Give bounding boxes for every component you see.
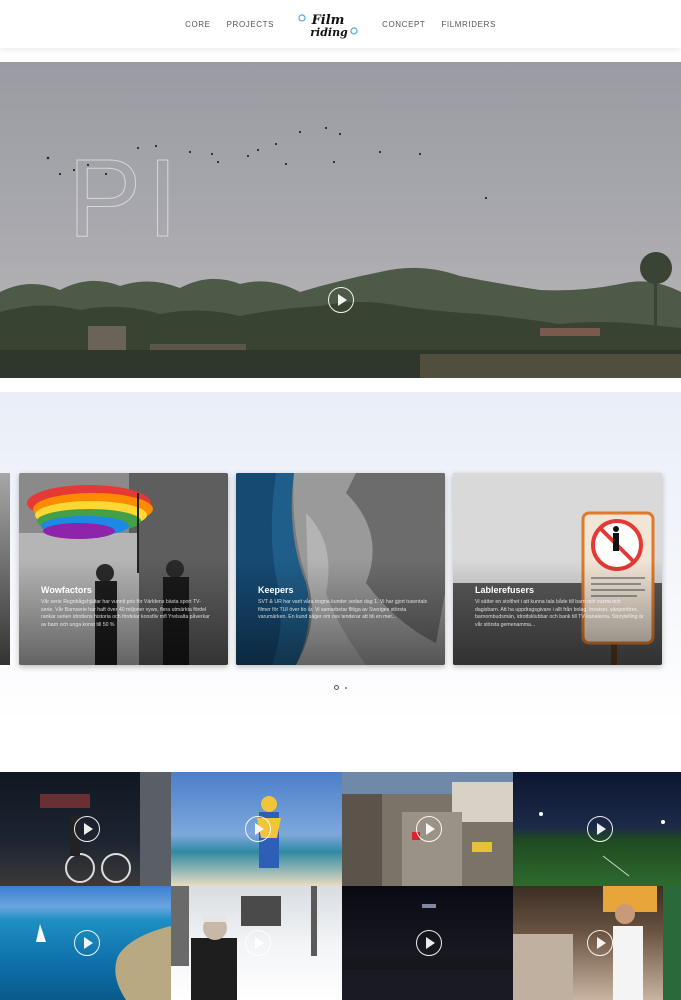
carousel-pagination bbox=[331, 685, 350, 690]
carousel-card-wowfactors[interactable]: Wowfactors Vår serie Regnbågshjältar har… bbox=[19, 473, 228, 665]
grid-tile-night-cyclist[interactable] bbox=[0, 772, 171, 886]
nav-filmriders[interactable]: FILMRIDERS bbox=[441, 20, 495, 29]
play-icon[interactable] bbox=[587, 816, 613, 842]
card-title: Wowfactors bbox=[41, 585, 92, 595]
grid-tile-restaurant[interactable] bbox=[513, 886, 681, 1000]
nav-concept[interactable]: CONCEPT bbox=[382, 20, 425, 29]
svg-text:riding: riding bbox=[310, 26, 348, 39]
play-icon[interactable] bbox=[416, 930, 442, 956]
carousel-dot[interactable] bbox=[345, 686, 347, 689]
play-icon[interactable] bbox=[74, 816, 100, 842]
card-title: Lablerefusers bbox=[475, 585, 535, 595]
grid-tile-night-field[interactable] bbox=[513, 772, 681, 886]
card-description: SVT & UR har varit våra trogna kunder se… bbox=[258, 599, 428, 621]
grid-tile-snow-forest[interactable] bbox=[171, 886, 342, 1000]
nav-projects[interactable]: PROJECTS bbox=[227, 20, 274, 29]
nav-core[interactable]: CORE bbox=[185, 20, 211, 29]
grid-tile-aerial-coast[interactable] bbox=[0, 886, 171, 1000]
play-icon[interactable] bbox=[587, 930, 613, 956]
play-icon[interactable] bbox=[245, 816, 271, 842]
hero-play-icon[interactable] bbox=[328, 287, 354, 313]
carousel-card-keepers[interactable]: Keepers SVT & UR har varit våra trogna k… bbox=[236, 473, 445, 665]
filmriding-logo[interactable]: Film riding bbox=[296, 9, 360, 39]
card-description: Vi sätter en stolthet i att kunna tala b… bbox=[475, 599, 644, 628]
project-carousel: Wowfactors Vår serie Regnbågshjältar har… bbox=[0, 392, 681, 722]
play-icon[interactable] bbox=[245, 930, 271, 956]
carousel-card-lablerefusers[interactable]: Lablerefusers Vi sätter en stolthet i at… bbox=[453, 473, 662, 665]
grid-tile-dark-room[interactable] bbox=[342, 886, 513, 1000]
hero-video[interactable]: PI bbox=[0, 62, 681, 378]
site-header: CORE PROJECTS Film riding CONCEPT FILMRI… bbox=[0, 0, 681, 48]
prev-card-edge[interactable] bbox=[0, 473, 10, 665]
grid-tile-aerial-street[interactable] bbox=[342, 772, 513, 886]
play-icon[interactable] bbox=[74, 930, 100, 956]
play-icon[interactable] bbox=[416, 816, 442, 842]
card-description: Vår serie Regnbågshjältar har vunnit pri… bbox=[41, 599, 210, 628]
card-title: Keepers bbox=[258, 585, 294, 595]
grid-tile-beach-mascot[interactable] bbox=[171, 772, 342, 886]
carousel-dot-active[interactable] bbox=[334, 685, 339, 690]
hero-overlay-text: PI bbox=[68, 137, 184, 260]
